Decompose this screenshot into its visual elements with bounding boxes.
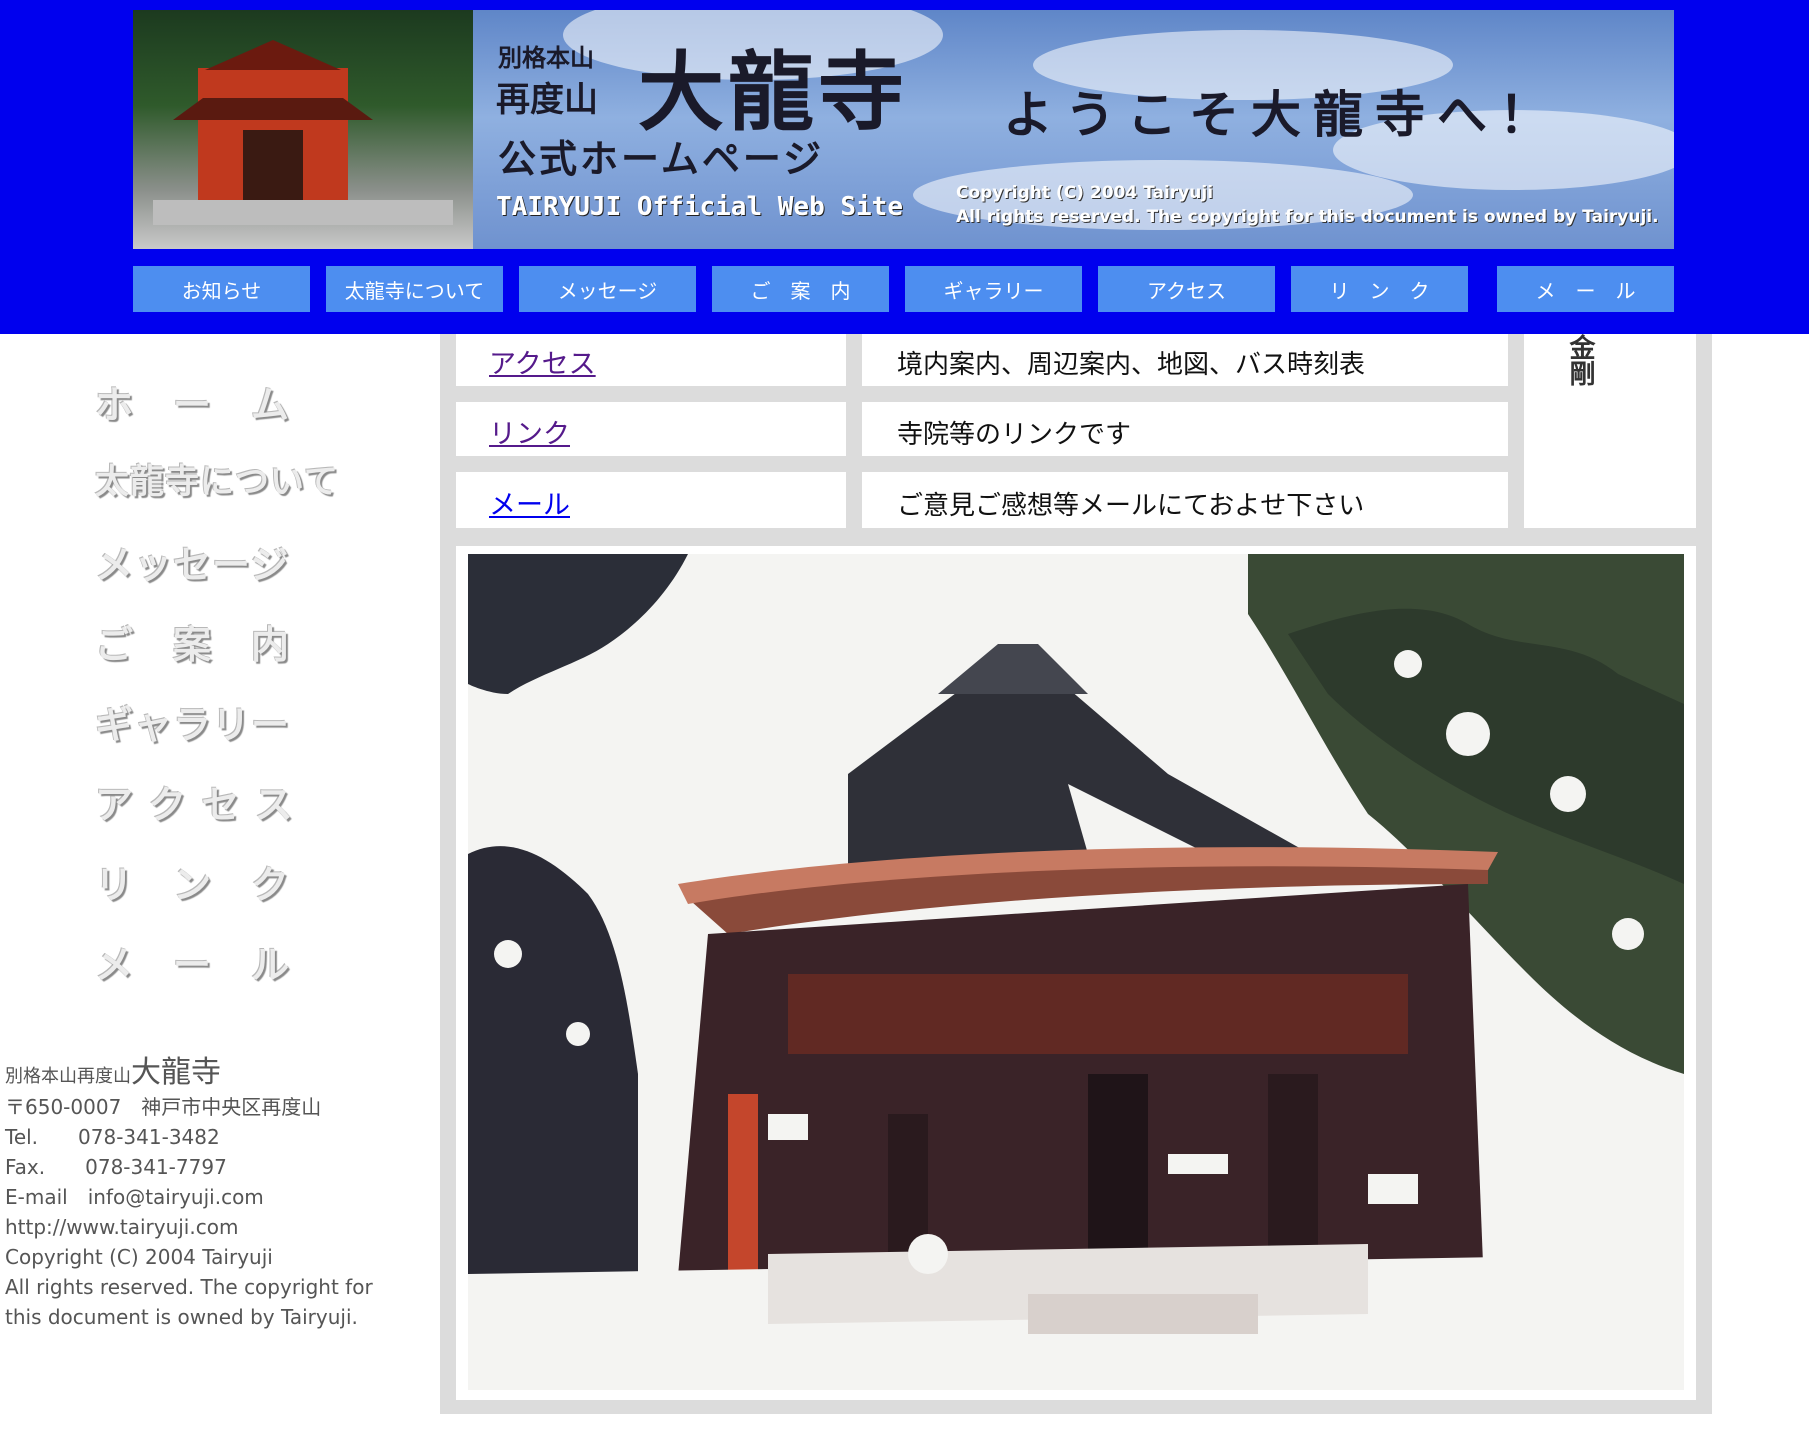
banner-english-title: TAIRYUJI Official Web Site: [496, 192, 903, 222]
sidebar-item-gallery[interactable]: ギャラリー: [95, 694, 289, 749]
address-prefix: 別格本山再度山: [5, 1066, 131, 1087]
content-row-access-link-cell: アクセス: [456, 334, 846, 386]
content-row-access-desc-cell: 境内案内、周辺案内、地図、バス時刻表: [862, 334, 1508, 386]
address-temple-name: 大龍寺: [131, 1055, 221, 1090]
content-row-mail-desc-cell: ご意見ご感想等メールにておよせ下さい: [862, 472, 1508, 528]
content-row-mail-link-cell: メール: [456, 472, 846, 528]
address-rights: All rights reserved. The copyright for t…: [5, 1275, 373, 1329]
sidebar-item-link[interactable]: リ ン ク: [95, 854, 289, 909]
access-description: 境内案内、周辺案内、地図、バス時刻表: [897, 350, 1366, 380]
temple-address: 別格本山再度山大龍寺 〒650-0007 神戸市中央区再度山 Tel. 078-…: [5, 1058, 385, 1332]
nav-gallery-button[interactable]: ギャラリー: [905, 266, 1082, 312]
vertical-calligraphy: 金剛: [1565, 334, 1595, 386]
links-link[interactable]: リンク: [489, 412, 570, 451]
nav-access-button[interactable]: アクセス: [1098, 266, 1275, 312]
banner-homepage-title: 公式ホームページ: [498, 136, 825, 181]
header-banner: 別格本山 再度山 大龍寺 公式ホームページ TAIRYUJI Official …: [133, 10, 1674, 249]
banner-welcome: ようこそ大龍寺へ！: [1003, 85, 1561, 144]
address-postal: 〒650-0007 神戸市中央区再度山: [5, 1095, 322, 1119]
address-url: http://www.tairyuji.com: [5, 1215, 239, 1239]
links-description: 寺院等のリンクです: [897, 420, 1132, 450]
nav-message-button[interactable]: メッセージ: [519, 266, 696, 312]
address-title: 別格本山再度山大龍寺: [5, 1058, 385, 1092]
temple-hall-photo: [468, 554, 1684, 1390]
mail-link[interactable]: メール: [489, 483, 570, 522]
sidebar-item-guide[interactable]: ご 案 内: [95, 614, 289, 669]
sidebar-item-about[interactable]: 太龍寺について: [95, 454, 338, 503]
mail-description: ご意見ご感想等メールにておよせ下さい: [897, 491, 1365, 521]
content-row-link-desc-cell: 寺院等のリンクです: [862, 402, 1508, 456]
banner-copyright: Copyright (C) 2004 Tairyuji: [956, 183, 1214, 203]
banner-line-small2: 再度山: [496, 80, 598, 120]
address-email: E-mail info@tairyuji.com: [5, 1185, 264, 1209]
banner-rights: All rights reserved. The copyright for t…: [956, 207, 1659, 227]
gate-steps: [153, 200, 453, 225]
nav-guide-button[interactable]: ご 案 内: [712, 266, 889, 312]
gate-roof-lower: [173, 98, 373, 120]
temple-gate-photo: [133, 10, 473, 249]
nav-news-button[interactable]: お知らせ: [133, 266, 310, 312]
sidebar-item-mail[interactable]: メ ー ル: [95, 934, 289, 989]
site-header: 別格本山 再度山 大龍寺 公式ホームページ TAIRYUJI Official …: [0, 0, 1809, 334]
address-copyright: Copyright (C) 2004 Tairyuji: [5, 1245, 273, 1269]
content-row-link-link-cell: リンク: [456, 402, 846, 456]
sidebar-item-message[interactable]: メッセージ: [95, 534, 288, 589]
nav-about-button[interactable]: 太龍寺について: [326, 266, 503, 312]
temple-hall-illustration: [468, 554, 1684, 1390]
gate-roof: [205, 40, 341, 70]
access-link[interactable]: アクセス: [489, 342, 596, 381]
top-navigation: お知らせ 太龍寺について メッセージ ご 案 内 ギャラリー アクセス リ ン …: [133, 266, 1674, 312]
sidebar-item-access[interactable]: ア ク セ ス: [95, 774, 293, 829]
banner-line-small1: 別格本山: [498, 43, 594, 72]
nav-link-button[interactable]: リ ン ク: [1291, 266, 1468, 312]
address-tel: Tel. 078-341-3482: [5, 1125, 220, 1149]
content-side-cell: [1524, 334, 1696, 528]
address-fax: Fax. 078-341-7797: [5, 1155, 227, 1179]
sidebar-item-home[interactable]: ホ ー ム: [95, 374, 289, 429]
gate-door: [243, 130, 303, 203]
nav-mail-button[interactable]: メ ー ル: [1497, 266, 1674, 312]
